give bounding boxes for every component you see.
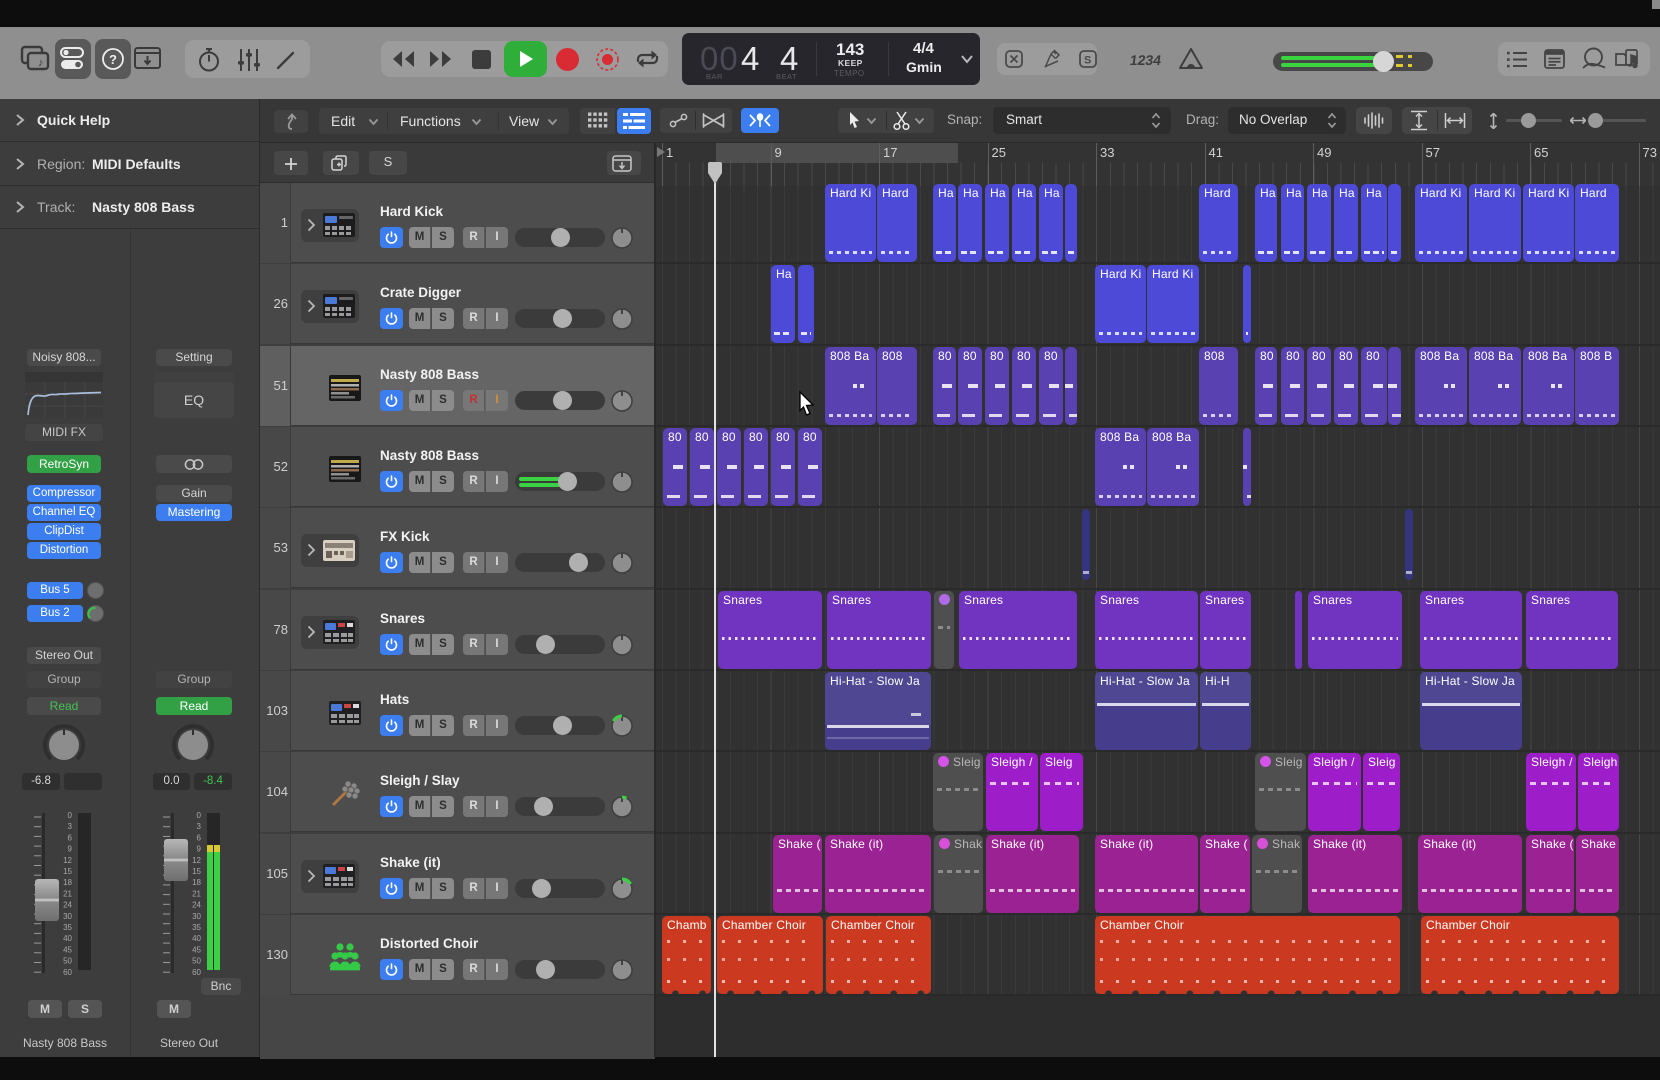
- svg-text:12: 12: [63, 856, 72, 865]
- svg-text:50: 50: [63, 957, 72, 966]
- svg-text:9: 9: [68, 845, 73, 854]
- svg-text:S: S: [1084, 55, 1091, 67]
- svg-text:18: 18: [63, 878, 72, 887]
- svg-text:60: 60: [63, 968, 72, 977]
- svg-text:?: ?: [109, 52, 117, 67]
- svg-text:35: 35: [192, 923, 201, 932]
- svg-text:21: 21: [192, 889, 201, 898]
- svg-text:6: 6: [197, 833, 202, 842]
- svg-text:0: 0: [197, 811, 202, 820]
- svg-text:35: 35: [63, 923, 72, 932]
- svg-text:6: 6: [68, 833, 73, 842]
- svg-text:24: 24: [192, 901, 201, 910]
- svg-text:15: 15: [192, 867, 201, 876]
- svg-text:40: 40: [192, 934, 201, 943]
- svg-text:30: 30: [192, 912, 201, 921]
- svg-text:3: 3: [68, 822, 73, 831]
- svg-text:50: 50: [192, 957, 201, 966]
- svg-text:15: 15: [63, 867, 72, 876]
- svg-text:♪: ♪: [38, 57, 44, 69]
- svg-text:45: 45: [63, 945, 72, 954]
- svg-text:40: 40: [63, 934, 72, 943]
- svg-text:12: 12: [192, 856, 201, 865]
- svg-text:21: 21: [63, 889, 72, 898]
- svg-text:0: 0: [68, 811, 73, 820]
- svg-text:30: 30: [63, 912, 72, 921]
- svg-text:60: 60: [192, 968, 201, 977]
- svg-text:3: 3: [197, 822, 202, 831]
- svg-text:18: 18: [192, 878, 201, 887]
- svg-text:24: 24: [63, 901, 72, 910]
- svg-text:45: 45: [192, 945, 201, 954]
- svg-text:9: 9: [197, 845, 202, 854]
